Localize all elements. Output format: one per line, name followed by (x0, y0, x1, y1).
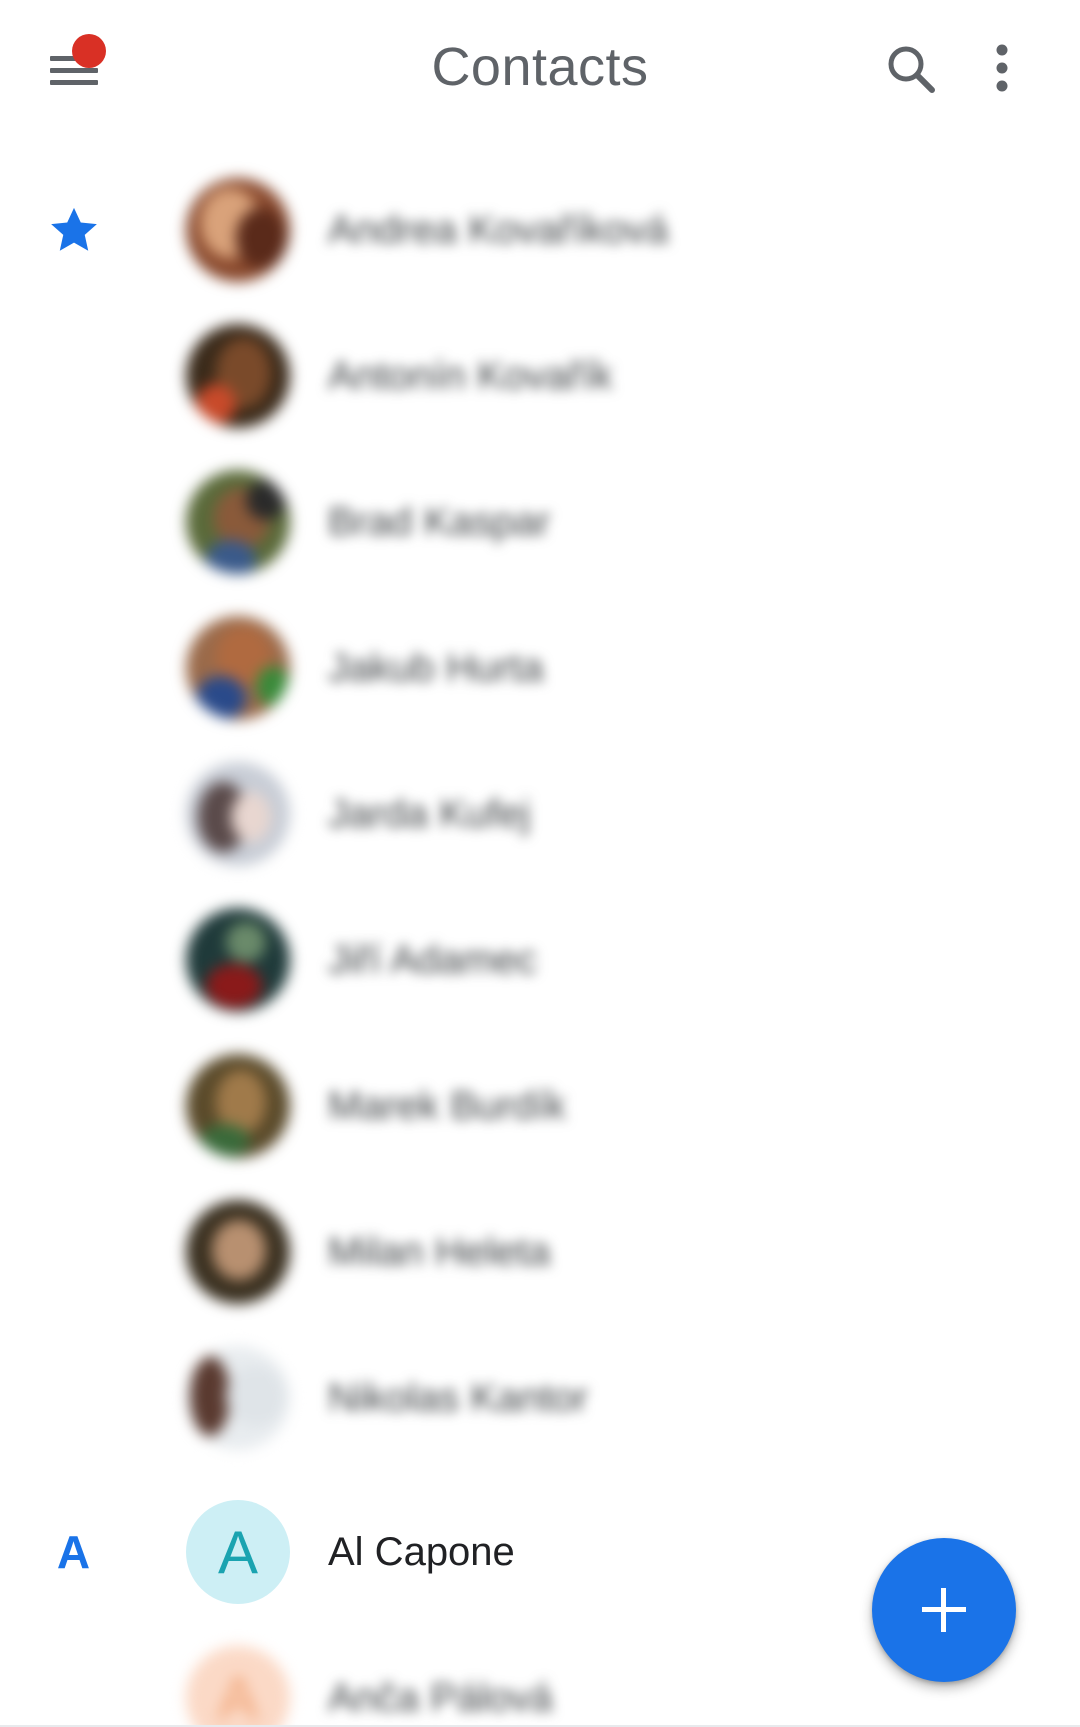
contact-avatar (186, 762, 290, 866)
contact-row[interactable]: Antonín Kovařík (0, 303, 1080, 449)
contact-name: Al Capone (328, 1530, 515, 1574)
contact-row[interactable]: Jakub Hurta (0, 595, 1080, 741)
contact-row[interactable]: Jiří Adamec (0, 887, 1080, 1033)
contacts-screen: Contacts A Andrea Kovaříková Antonín Kov… (0, 0, 1080, 1727)
contact-avatar (186, 616, 290, 720)
contact-avatar (186, 1346, 290, 1450)
contact-row[interactable]: Marek Burdík (0, 1033, 1080, 1179)
contact-avatar (186, 1054, 290, 1158)
add-contact-button[interactable] (872, 1538, 1016, 1682)
contact-avatar: A (186, 1646, 290, 1727)
contact-name: Nikolas Kantor (328, 1376, 589, 1420)
contact-name: Marek Burdík (328, 1084, 566, 1128)
top-app-bar: Contacts (0, 0, 1080, 140)
contact-name: Jiří Adamec (328, 938, 537, 982)
contact-row[interactable]: Milan Heleta (0, 1179, 1080, 1325)
contact-avatar (186, 324, 290, 428)
more-vert-icon[interactable] (982, 28, 1066, 112)
contact-row[interactable]: Andrea Kovaříková (0, 157, 1080, 303)
contact-name: Brad Kaspar (328, 500, 551, 544)
contact-avatar (186, 908, 290, 1012)
contact-name: Antonín Kovařík (328, 354, 613, 398)
contact-name: Jarda Kufej (328, 792, 531, 836)
contact-avatar (186, 178, 290, 282)
search-icon[interactable] (870, 28, 954, 112)
contact-name: Milan Heleta (328, 1230, 551, 1274)
contact-avatar (186, 470, 290, 574)
avatar-initial: A (217, 1664, 259, 1727)
contact-row[interactable]: Brad Kaspar (0, 449, 1080, 595)
avatar-initial: A (217, 1518, 259, 1586)
contact-avatar (186, 1200, 290, 1304)
contact-name: Jakub Hurta (328, 646, 544, 690)
contact-row[interactable]: Jarda Kufej (0, 741, 1080, 887)
contact-row[interactable]: Nikolas Kantor (0, 1325, 1080, 1471)
contact-name: Andrea Kovaříková (328, 208, 669, 252)
contact-name: Anča Pálová (328, 1676, 553, 1720)
contact-avatar: A (186, 1500, 290, 1604)
